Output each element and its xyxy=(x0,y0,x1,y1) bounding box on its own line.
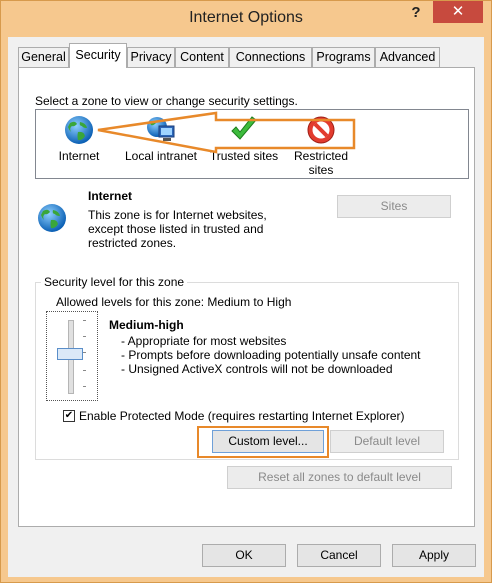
close-button[interactable]: ✕ xyxy=(433,1,483,23)
zone-name: Internet xyxy=(88,189,133,203)
level-name: Medium-high xyxy=(109,318,184,332)
protected-mode-checkbox[interactable]: ✔ xyxy=(63,410,75,422)
custom-level-button[interactable]: Custom level... xyxy=(212,430,324,453)
tab-privacy[interactable]: Privacy xyxy=(127,47,175,67)
tab-programs[interactable]: Programs xyxy=(312,47,375,67)
ok-button[interactable]: OK xyxy=(202,544,286,567)
level-bullet: - Prompts before downloading potentially… xyxy=(121,348,421,362)
annotation-arrow-icon xyxy=(97,111,356,154)
tab-general[interactable]: General xyxy=(18,47,69,67)
tab-connections[interactable]: Connections xyxy=(229,47,312,67)
tab-content[interactable]: Content xyxy=(175,47,229,67)
zone-list: Internet Local intranet Trusted sites Re… xyxy=(35,109,469,179)
tab-advanced[interactable]: Advanced xyxy=(375,47,440,67)
reset-all-zones-button[interactable]: Reset all zones to default level xyxy=(227,466,452,489)
default-level-button[interactable]: Default level xyxy=(330,430,444,453)
apply-button[interactable]: Apply xyxy=(392,544,476,567)
allowed-levels-text: Allowed levels for this zone: Medium to … xyxy=(56,295,292,309)
tab-security[interactable]: Security xyxy=(69,43,127,68)
globe-icon xyxy=(38,204,66,232)
security-level-slider[interactable] xyxy=(46,311,98,401)
level-bullet: - Unsigned ActiveX controls will not be … xyxy=(121,362,393,376)
level-bullet: - Appropriate for most websites xyxy=(121,334,287,348)
dialog-client: General Security Privacy Content Connect… xyxy=(8,37,484,577)
help-button[interactable]: ? xyxy=(403,3,429,25)
cancel-button[interactable]: Cancel xyxy=(297,544,381,567)
security-level-group-label: Security level for this zone xyxy=(41,275,188,289)
protected-mode-label: Enable Protected Mode (requires restarti… xyxy=(79,409,405,423)
sites-button[interactable]: Sites xyxy=(337,195,451,218)
zone-description: This zone is for Internet websites, exce… xyxy=(88,208,267,250)
internet-options-window: Internet Options ? ✕ General Security Pr… xyxy=(0,0,492,583)
zone-prompt: Select a zone to view or change security… xyxy=(35,94,298,108)
slider-thumb[interactable] xyxy=(57,348,83,360)
title-bar: Internet Options ? ✕ xyxy=(1,1,491,37)
